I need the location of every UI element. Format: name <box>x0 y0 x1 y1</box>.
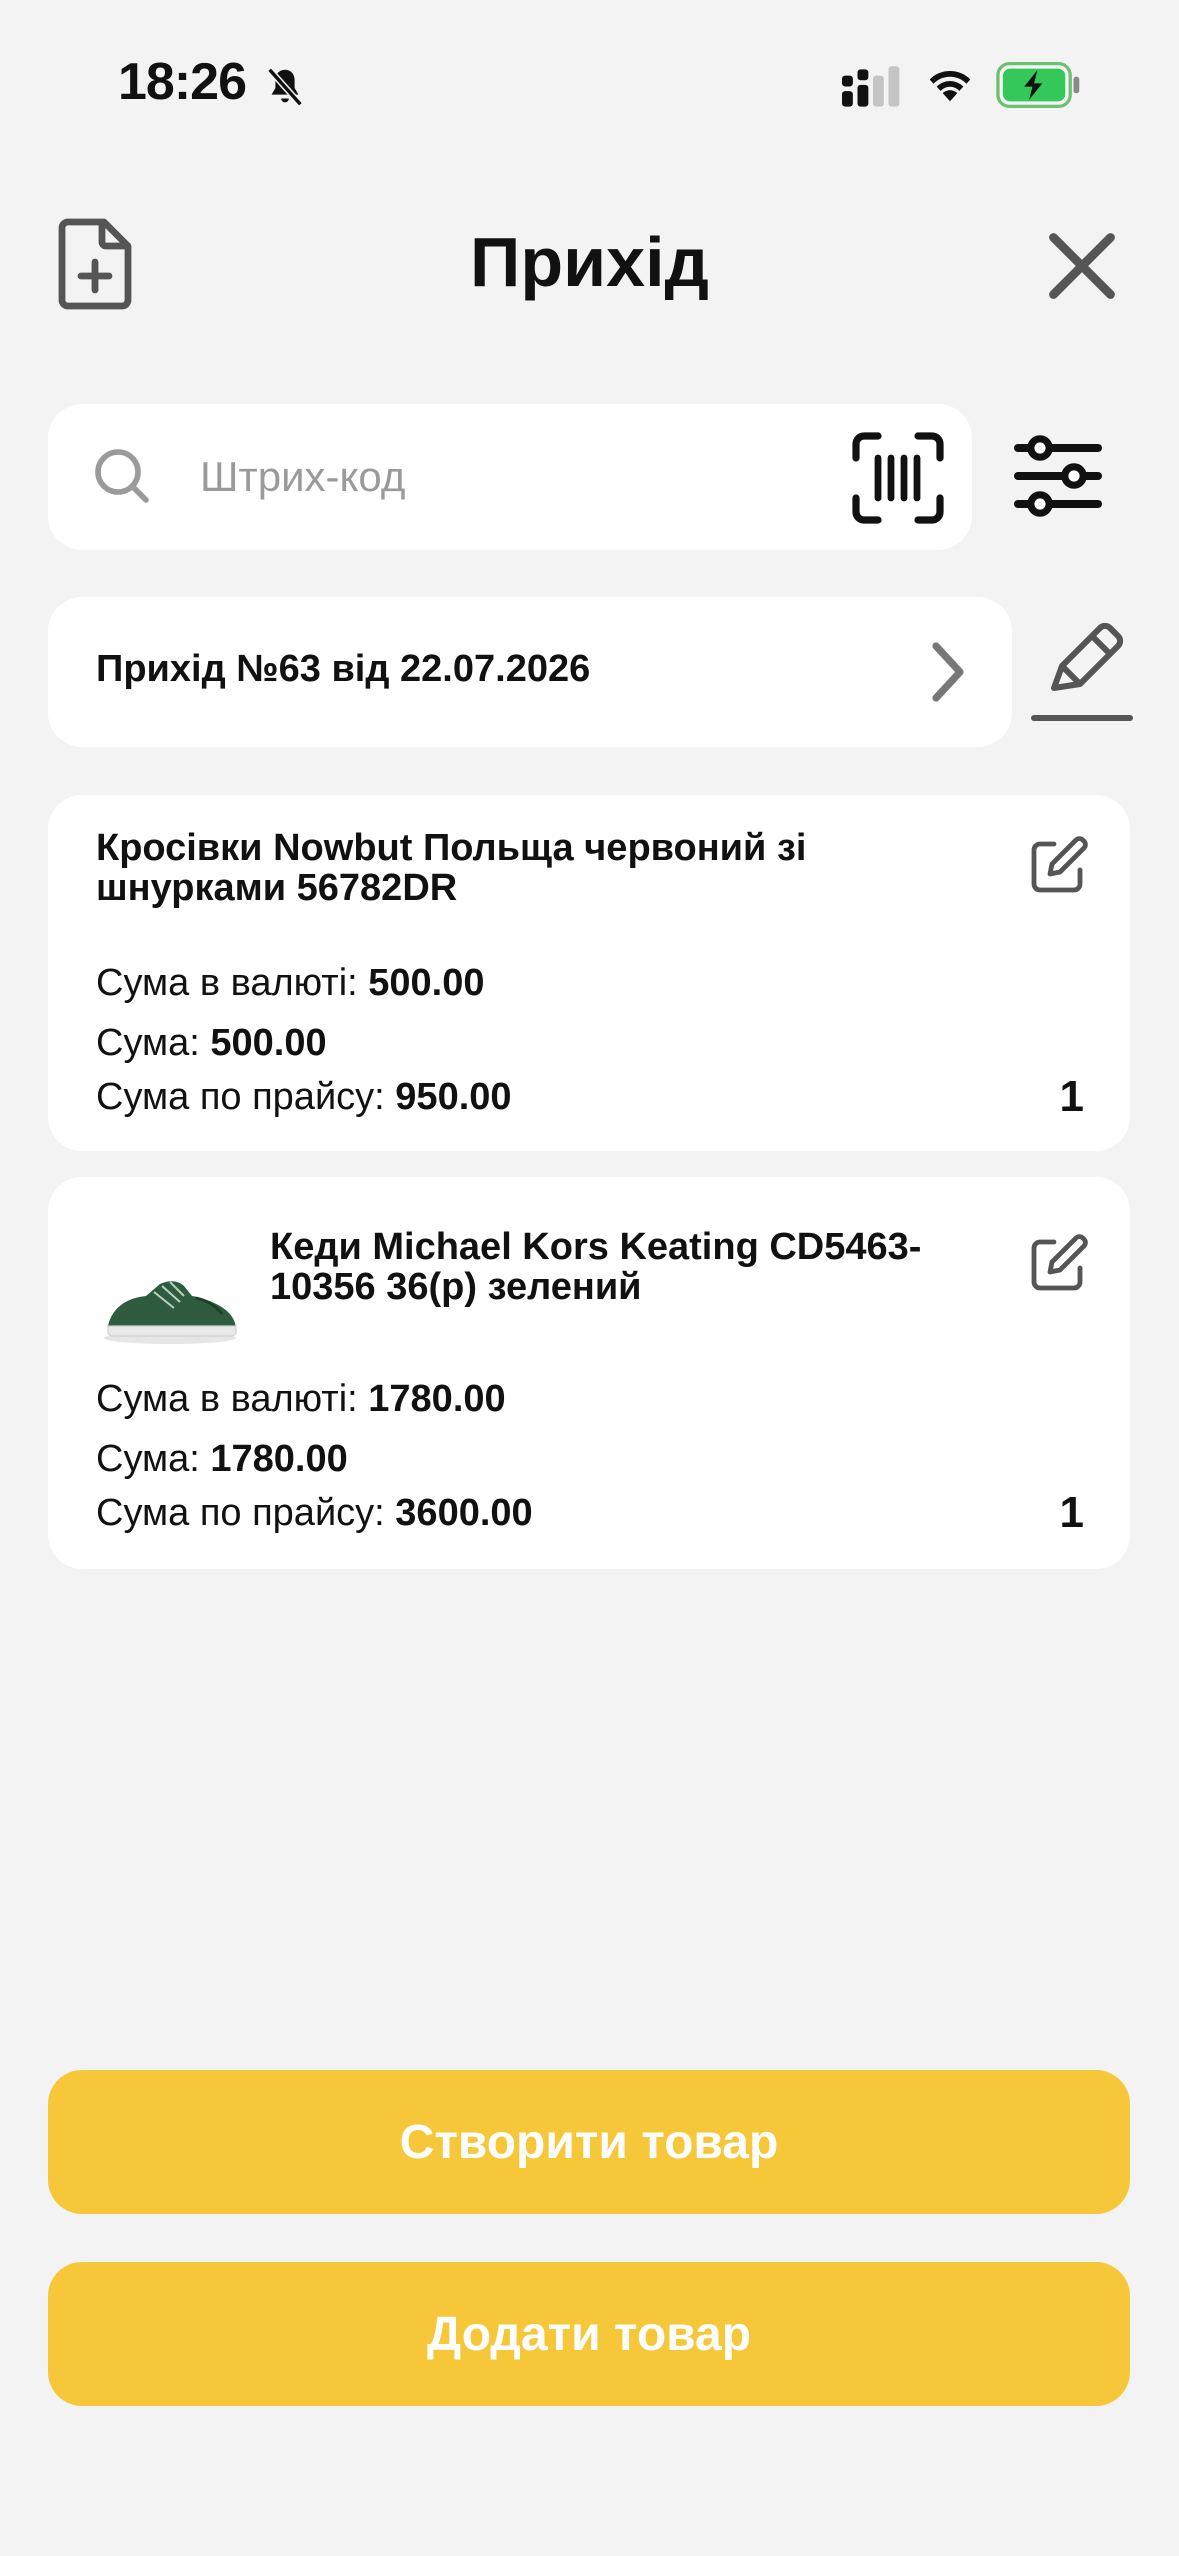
bell-slash-icon <box>267 67 303 107</box>
close-icon[interactable] <box>1044 228 1120 304</box>
barcode-scan-icon[interactable] <box>852 432 944 524</box>
page-title: Прихід <box>470 223 709 301</box>
document-title: Прихід №63 від 22.07.2026 <box>96 648 591 690</box>
currency-sum: Сума в валюті: 1780.00 <box>96 1378 506 1420</box>
battery-icon <box>996 62 1080 108</box>
price-list-sum: Сума по прайсу: 950.00 <box>96 1076 512 1118</box>
product-image <box>104 1281 237 1344</box>
filter-sliders-icon[interactable] <box>1014 432 1102 520</box>
add-product-button[interactable]: Додати товар <box>48 2262 1130 2406</box>
status-time: 18:26 <box>118 53 247 111</box>
edit-pen-icon[interactable] <box>1030 620 1134 724</box>
chevron-right-icon <box>932 642 964 702</box>
sum: Сума: 500.00 <box>96 1022 327 1064</box>
wifi-icon <box>929 70 971 102</box>
currency-sum: Сума в валюті: 500.00 <box>96 962 485 1004</box>
item-name: Кеди Michael Kors Keating CD5463-10356 3… <box>270 1226 922 1308</box>
barcode-search-input[interactable] <box>200 440 820 514</box>
item-quantity: 1 <box>1059 1488 1084 1537</box>
edit-square-icon[interactable] <box>1026 1232 1090 1296</box>
signal-icon <box>842 66 900 107</box>
edit-square-icon[interactable] <box>1026 834 1090 898</box>
search-icon <box>95 449 149 503</box>
item-quantity: 1 <box>1059 1072 1084 1121</box>
item-name: Кросівки Nowbut Польща червоний зі шнурк… <box>96 827 807 909</box>
create-product-button[interactable]: Створити товар <box>48 2070 1130 2214</box>
sum: Сума: 1780.00 <box>96 1438 348 1480</box>
price-list-sum: Сума по прайсу: 3600.00 <box>96 1492 533 1534</box>
